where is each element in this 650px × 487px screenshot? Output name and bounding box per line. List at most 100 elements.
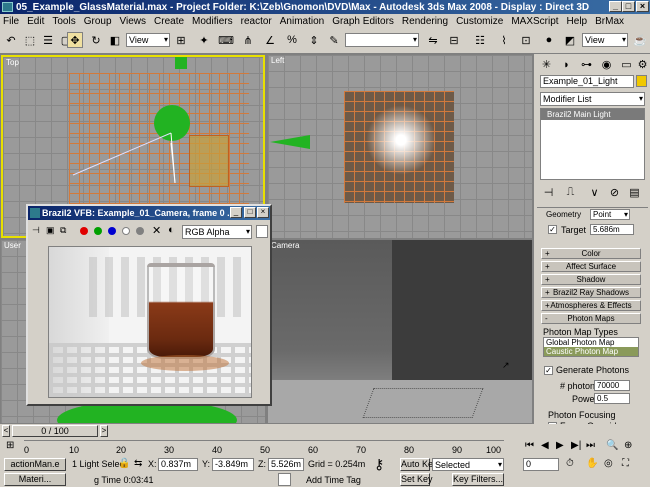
key-selection-dropdown[interactable]: Selected	[432, 458, 504, 471]
target-checkbox[interactable]: ✓	[548, 225, 557, 234]
go-to-end-icon[interactable]: ⏭	[586, 440, 595, 451]
menu-customize[interactable]: Customize	[456, 16, 503, 27]
mono-channel-icon[interactable]	[136, 227, 144, 235]
curve-editor-icon[interactable]: ⌇	[496, 32, 512, 48]
green-channel-icon[interactable]	[94, 227, 102, 235]
photons-count-field[interactable]: 70000	[594, 380, 630, 391]
configure-sets-icon[interactable]: ▤	[626, 184, 643, 201]
menu-edit[interactable]: Edit	[27, 16, 44, 27]
menu-maxscript[interactable]: MAXScript	[511, 16, 558, 27]
rotate-icon[interactable]: ↻	[88, 32, 104, 48]
snap-toggle-icon[interactable]: ⋔	[240, 32, 256, 48]
set-key-button[interactable]: Set Key	[400, 473, 433, 486]
pin-stack-icon[interactable]: ⊣	[540, 184, 557, 201]
rollout-shadow[interactable]: + Shadow	[541, 274, 641, 285]
move-icon[interactable]: ✥	[67, 32, 83, 48]
maximize-viewport-icon[interactable]: ⛶	[622, 458, 629, 469]
background-swatch[interactable]	[256, 225, 268, 238]
next-frame-icon[interactable]: ▶|	[571, 440, 581, 451]
time-slider[interactable]: < 0 / 100 >	[0, 424, 650, 438]
lock-selection-icon[interactable]: 🔒	[118, 458, 130, 469]
object-color-swatch[interactable]	[636, 75, 647, 87]
menu-create[interactable]: Create	[154, 16, 184, 27]
select-object-icon[interactable]: ⬚	[22, 32, 38, 48]
orbit-icon[interactable]: ◎	[604, 458, 613, 469]
track-bar-icon[interactable]: ⊞	[6, 440, 14, 451]
close-button[interactable]: ×	[636, 1, 649, 12]
target-distance-field[interactable]: 5.686m	[590, 224, 634, 235]
save-image-icon[interactable]: ▣	[46, 225, 55, 236]
menu-modifiers[interactable]: Modifiers	[192, 16, 233, 27]
menu-rendering[interactable]: Rendering	[402, 16, 448, 27]
vfb-minimize-button[interactable]: _	[230, 207, 242, 218]
viewport-label[interactable]: Camera	[271, 241, 299, 250]
layer-manager-icon[interactable]: ☷	[472, 32, 488, 48]
generate-photons-checkbox[interactable]: ✓	[544, 366, 553, 375]
create-tab-icon[interactable]: ✳	[538, 56, 555, 73]
auto-key-button[interactable]: Auto Key	[400, 458, 438, 471]
contrast-icon[interactable]: ◐	[168, 224, 175, 236]
taskbar-actionman[interactable]: actionMan.e	[4, 458, 66, 471]
previous-frame-icon[interactable]: ◀	[541, 440, 549, 451]
vfb-maximize-button[interactable]: □	[244, 207, 256, 218]
menu-file[interactable]: File	[3, 16, 19, 27]
remove-modifier-icon[interactable]: ⊘	[606, 184, 623, 201]
stack-item[interactable]: Brazil2 Main Light	[541, 109, 644, 120]
rollout-color[interactable]: + Color	[541, 248, 641, 259]
show-end-result-icon[interactable]: ⎍	[562, 184, 579, 201]
undo-icon[interactable]: ↶	[3, 32, 19, 48]
viewport-label[interactable]: Left	[271, 56, 284, 65]
named-selection-dropdown[interactable]	[345, 33, 419, 47]
angle-snap-icon[interactable]: ∠	[262, 32, 278, 48]
maximize-button[interactable]: □	[622, 1, 635, 12]
percent-snap-icon[interactable]: %	[284, 32, 300, 48]
slider-prev-icon[interactable]: <	[2, 425, 10, 437]
edit-named-selection-icon[interactable]: ✎	[326, 32, 342, 48]
motion-tab-icon[interactable]: ◉	[598, 56, 615, 73]
menu-animation[interactable]: Animation	[280, 16, 324, 27]
menu-reactor[interactable]: reactor	[241, 16, 272, 27]
menu-group[interactable]: Group	[84, 16, 112, 27]
rollout-ray-shadows[interactable]: + Brazil2 Ray Shadows	[541, 287, 641, 298]
rollout-affect-surface[interactable]: + Affect Surface	[541, 261, 641, 272]
render-view-dropdown[interactable]: View	[582, 33, 628, 47]
list-item[interactable]: Caustic Photon Map	[544, 347, 638, 356]
pan-icon[interactable]: ✋	[586, 458, 598, 469]
clear-icon[interactable]: ✕	[152, 224, 161, 237]
menu-graph-editors[interactable]: Graph Editors	[332, 16, 394, 27]
rollout-atmospheres[interactable]: + Atmospheres & Effects	[541, 300, 641, 311]
slider-next-icon[interactable]: >	[100, 425, 108, 437]
geometry-dropdown[interactable]: Point	[590, 209, 630, 220]
reference-coordinate-dropdown[interactable]: View	[126, 33, 170, 47]
select-manipulate-icon[interactable]: ✦	[196, 32, 212, 48]
add-time-tag[interactable]: Add Time Tag	[306, 475, 361, 485]
current-frame-field[interactable]: 0	[523, 458, 559, 471]
menu-brmax[interactable]: BrMax	[595, 16, 624, 27]
zoom-icon[interactable]: 🔍	[606, 440, 618, 451]
clone-icon[interactable]: ⧉	[60, 225, 66, 236]
render-teapot-icon[interactable]: ☕	[632, 32, 648, 48]
display-tab-icon[interactable]: ▭	[618, 56, 635, 73]
pin-icon[interactable]: ⊣	[32, 225, 40, 236]
key-filters-button[interactable]: Key Filters...	[452, 473, 504, 486]
go-to-start-icon[interactable]: ⏮	[525, 440, 534, 451]
blue-channel-icon[interactable]	[108, 227, 116, 235]
spinner-snap-icon[interactable]: ⇕	[306, 32, 322, 48]
key-icon[interactable]: ⚷	[374, 456, 384, 473]
frame-counter[interactable]: 0 / 100	[12, 425, 98, 437]
menu-views[interactable]: Views	[120, 16, 147, 27]
menu-tools[interactable]: Tools	[52, 16, 75, 27]
hierarchy-tab-icon[interactable]: ⊶	[578, 56, 595, 73]
make-unique-icon[interactable]: ∨	[586, 184, 603, 201]
rollout-photon-maps[interactable]: - Photon Maps	[541, 313, 641, 324]
taskbar-material[interactable]: Materi...	[4, 473, 66, 486]
play-icon[interactable]: ▶	[556, 440, 564, 451]
vfb-close-button[interactable]: ×	[257, 207, 269, 218]
utilities-tab-icon[interactable]: ⚙	[634, 56, 650, 73]
viewport-left[interactable]: Left	[268, 55, 532, 238]
select-by-name-icon[interactable]: ☰	[40, 32, 56, 48]
viewport-label[interactable]: Top	[6, 58, 19, 67]
modify-tab-icon[interactable]: ◗	[558, 56, 575, 73]
viewport-label[interactable]: User	[4, 241, 21, 250]
modifier-list-dropdown[interactable]: Modifier List	[540, 92, 645, 106]
